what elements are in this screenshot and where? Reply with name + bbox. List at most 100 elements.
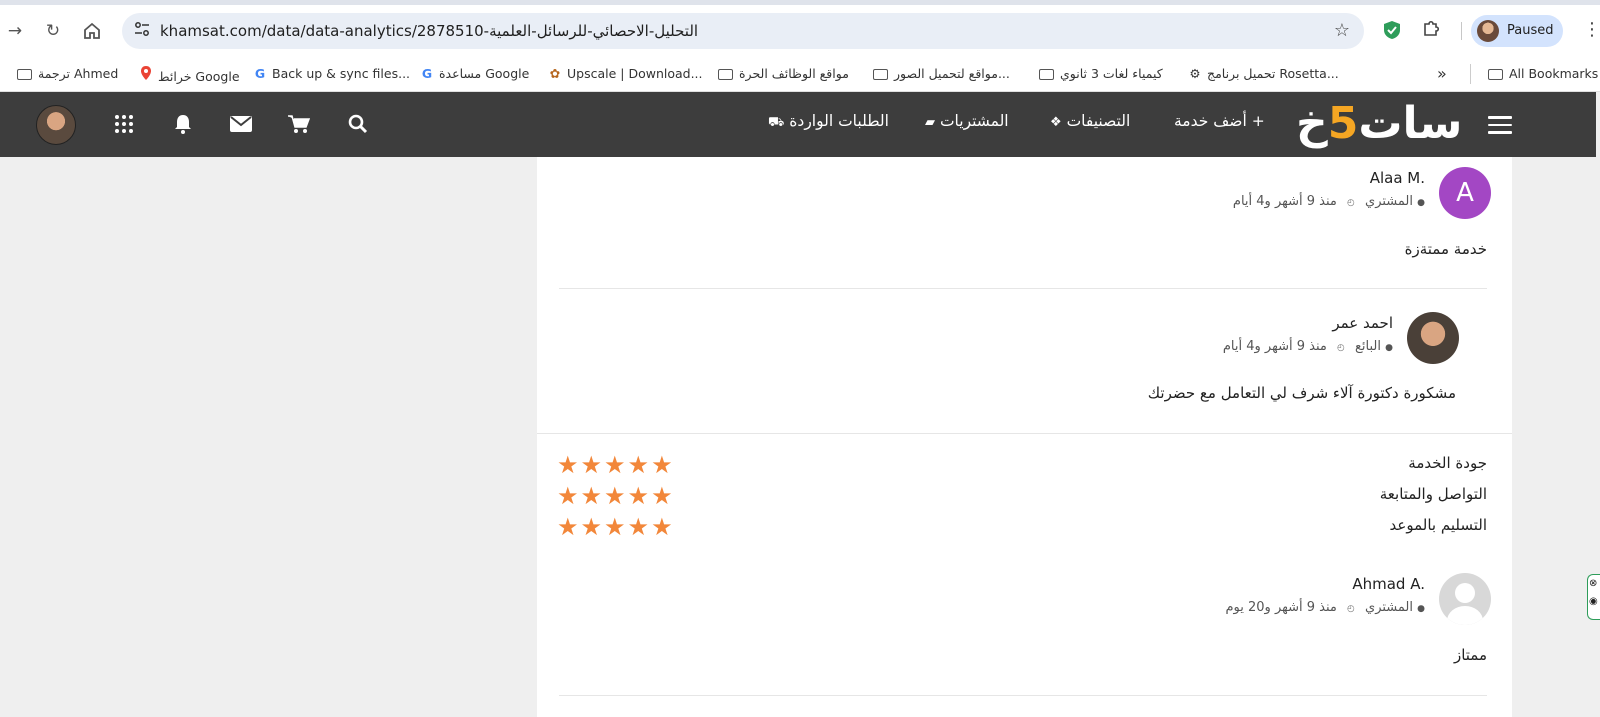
nav-add-service[interactable]: + أضف خدمة bbox=[1174, 112, 1265, 130]
bookmarks-divider bbox=[1470, 64, 1471, 84]
bookmark-label: مساعدة Google bbox=[439, 66, 530, 81]
folder-icon bbox=[17, 69, 32, 80]
logo-text-right: سات bbox=[1358, 98, 1463, 149]
nav-purchases-label: المشتريات bbox=[939, 112, 1009, 130]
star-icon: ★ bbox=[604, 513, 628, 541]
star-icon: ★ bbox=[580, 482, 605, 510]
star-icon: ★ bbox=[627, 513, 652, 541]
star-icon: ★ bbox=[580, 451, 605, 479]
nav-incoming-orders[interactable]: الطلبات الواردة ⛟ bbox=[768, 112, 889, 132]
nav-categories-label: التصنيفات bbox=[1066, 112, 1131, 130]
browser-toolbar: → ↻ khamsat.com/data/data-analytics/2878… bbox=[0, 5, 1600, 56]
search-icon[interactable] bbox=[345, 112, 371, 139]
bookmark-item[interactable]: G Back up & sync files... bbox=[252, 65, 410, 83]
reply-time: منذ 9 أشهر و4 أيام bbox=[1222, 339, 1327, 354]
close-icon[interactable]: ⊗ bbox=[1588, 575, 1600, 593]
toolbar-divider bbox=[1461, 22, 1462, 40]
nav-categories[interactable]: التصنيفات ❖ bbox=[1050, 112, 1130, 130]
forward-arrow-icon[interactable]: → bbox=[3, 19, 27, 43]
review-meta: ● المشتري ◴ منذ 9 أشهر و20 يوم bbox=[1225, 600, 1425, 615]
rating-label: التسليم بالموعد bbox=[1389, 516, 1487, 534]
bookmark-item[interactable]: ✿ Upscale | Download... bbox=[547, 65, 703, 83]
profile-button[interactable]: Paused bbox=[1471, 15, 1563, 47]
bookmark-item[interactable]: كيمياء لغات 3 ثانوي bbox=[1039, 65, 1163, 83]
bookmark-item[interactable]: مواقع الوظائف الحرة bbox=[718, 65, 849, 83]
user-icon: ● bbox=[1385, 343, 1393, 353]
star-icon: ★ bbox=[557, 482, 581, 510]
bookmark-item[interactable]: ترجمة Ahmed bbox=[17, 65, 118, 83]
seller-avatar[interactable] bbox=[1407, 312, 1459, 364]
seller-role: البائع bbox=[1355, 339, 1381, 354]
bookmark-item[interactable]: G مساعدة Google bbox=[419, 65, 529, 83]
side-floating-widget[interactable]: ⊗ ◉ bbox=[1587, 574, 1600, 620]
reload-icon[interactable]: ↻ bbox=[41, 19, 65, 43]
url-text[interactable]: khamsat.com/data/data-analytics/2878510-… bbox=[160, 22, 698, 40]
rating-label: التواصل والمتابعة bbox=[1379, 485, 1487, 503]
bell-icon[interactable] bbox=[170, 112, 196, 139]
review-divider bbox=[559, 288, 1487, 289]
bookmark-label: مواقع لتحميل الصور... bbox=[894, 66, 1010, 81]
profile-status: Paused bbox=[1507, 23, 1554, 38]
logo-text-five: 5 bbox=[1327, 98, 1359, 149]
bookmark-label: مواقع الوظائف الحرة bbox=[739, 66, 849, 81]
star-icon: ★ bbox=[557, 513, 581, 541]
bookmark-label: Back up & sync files... bbox=[272, 66, 411, 81]
clock-icon: ◴ bbox=[1347, 198, 1355, 208]
all-bookmarks-button[interactable]: All Bookmarks bbox=[1488, 65, 1598, 83]
review-time: منذ 9 أشهر و4 أيام bbox=[1232, 194, 1337, 209]
reviewer-role: المشتري bbox=[1365, 600, 1413, 615]
folder-icon bbox=[1039, 69, 1054, 80]
review-meta: ● المشتري ◴ منذ 9 أشهر و4 أيام bbox=[1233, 194, 1425, 209]
rating-label: جودة الخدمة bbox=[1408, 454, 1487, 472]
google-icon: G bbox=[254, 66, 266, 81]
reviews-card: A Alaa M. ● المشتري ◴ منذ 9 أشهر و4 أيام… bbox=[537, 157, 1512, 717]
reviewer-name[interactable]: Ahmad A. bbox=[1352, 575, 1425, 593]
reviewer-name[interactable]: Alaa M. bbox=[1370, 169, 1425, 187]
review-divider bbox=[559, 695, 1487, 696]
logo-text-left: خ bbox=[1296, 98, 1328, 149]
puzzle-icon[interactable] bbox=[1422, 19, 1440, 42]
review-comment: خدمة ممتةزة bbox=[1404, 240, 1487, 258]
bookmarks-overflow-button[interactable]: » bbox=[1437, 65, 1447, 83]
user-icon: ● bbox=[1417, 198, 1425, 208]
seller-name[interactable]: احمد عمر bbox=[1332, 314, 1393, 332]
clock-icon: ◴ bbox=[1337, 343, 1345, 353]
widget-icon[interactable]: ◉ bbox=[1588, 593, 1600, 611]
nav-purchases[interactable]: المشتريات ▰ bbox=[925, 112, 1009, 130]
apps-grid-icon[interactable] bbox=[111, 112, 137, 139]
reviewer-avatar[interactable] bbox=[1439, 573, 1491, 625]
bookmarks-bar: ترجمة Ahmed خرائط Google G Back up & sync… bbox=[0, 56, 1600, 92]
kebab-menu-icon[interactable]: ⋮ bbox=[1583, 19, 1600, 40]
hamburger-icon[interactable] bbox=[1488, 116, 1512, 134]
home-icon[interactable] bbox=[80, 19, 104, 43]
bookmark-item[interactable]: خرائط Google bbox=[138, 65, 240, 84]
tune-icon[interactable] bbox=[134, 21, 150, 41]
reviewer-avatar[interactable]: A bbox=[1439, 167, 1491, 219]
star-icon: ★ bbox=[651, 482, 675, 510]
clock-icon: ◴ bbox=[1347, 604, 1355, 614]
all-bookmarks-label: All Bookmarks bbox=[1509, 66, 1599, 81]
shield-icon[interactable] bbox=[1383, 20, 1401, 40]
bookmark-item[interactable]: مواقع لتحميل الصور... bbox=[873, 65, 1010, 83]
user-avatar[interactable] bbox=[36, 105, 76, 145]
review-time: منذ 9 أشهر و20 يوم bbox=[1225, 600, 1337, 615]
star-icon: ★ bbox=[580, 513, 605, 541]
review-comment: ممتاز bbox=[1453, 646, 1487, 664]
star-rating: ★★★★★ bbox=[557, 453, 675, 477]
truck-icon: ⛟ bbox=[768, 115, 785, 130]
nav-incoming-orders-label: الطلبات الواردة bbox=[789, 112, 889, 130]
bookmark-item[interactable]: ⚙ تحميل برنامج Rosetta... bbox=[1187, 65, 1338, 83]
star-icon: ★ bbox=[651, 513, 675, 541]
star-icon[interactable]: ☆ bbox=[1334, 20, 1350, 41]
star-rating: ★★★★★ bbox=[557, 515, 675, 539]
star-icon: ★ bbox=[557, 451, 581, 479]
khamsat-logo[interactable]: سات5خ bbox=[1296, 98, 1462, 150]
site-header: الطلبات الواردة ⛟ المشتريات ▰ التصنيفات … bbox=[0, 92, 1596, 157]
folder-icon bbox=[718, 69, 733, 80]
profile-avatar bbox=[1477, 20, 1499, 42]
folder-icon bbox=[1488, 69, 1503, 80]
mail-icon[interactable] bbox=[228, 112, 254, 137]
reply-comment: مشكورة دكتورة آلاء شرف لي التعامل مع حضر… bbox=[1147, 384, 1456, 402]
address-bar[interactable]: khamsat.com/data/data-analytics/2878510-… bbox=[122, 13, 1364, 49]
cart-icon[interactable] bbox=[286, 112, 312, 139]
